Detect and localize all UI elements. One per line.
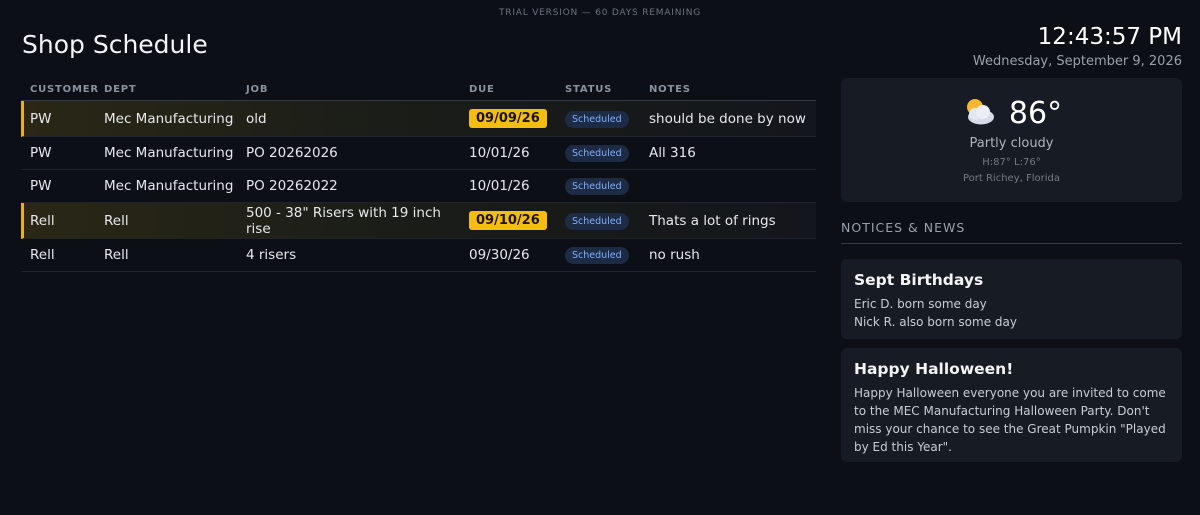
notice-body: Eric D. born some day Nick R. also born …: [854, 295, 1169, 331]
cell-notes: Thats a lot of rings: [649, 212, 776, 229]
notice-body: Happy Halloween everyone you are invited…: [854, 386, 1166, 454]
schedule-table: CUSTOMER DEPT JOB DUE STATUS NOTES PW Me…: [21, 78, 816, 272]
weather-condition: Partly cloudy: [969, 136, 1054, 151]
table-row: Rell Rell 4 risers 09/30/26 Scheduled no…: [21, 239, 816, 272]
header-customer: CUSTOMER: [30, 83, 99, 95]
notice-card: Happy Halloween! Happy Halloween everyon…: [841, 348, 1182, 462]
status-badge: Scheduled: [565, 110, 629, 128]
table-row: PW Mec Manufacturing PO 20262022 10/01/2…: [21, 170, 816, 203]
cell-dept: Mec Manufacturing: [104, 145, 234, 161]
cell-due: 10/01/26: [469, 145, 530, 161]
weather-location: Port Richey, Florida: [962, 173, 1060, 184]
partly-cloudy-icon: [961, 94, 997, 132]
status-badge: Scheduled: [565, 178, 629, 195]
cell-job: 4 risers: [246, 247, 297, 263]
cell-notes: All 316: [649, 145, 696, 161]
clock-time: 12:43:57 PM: [1037, 24, 1182, 50]
cell-customer: PW: [30, 145, 52, 161]
status-badge: Scheduled: [565, 145, 629, 162]
cell-customer: Rell: [30, 212, 55, 229]
table-row: PW Mec Manufacturing PO 20262026 10/01/2…: [21, 137, 816, 170]
cell-notes: should be done by now: [649, 110, 806, 127]
cell-dept: Rell: [104, 247, 129, 263]
header-notes: NOTES: [649, 83, 691, 95]
clock-date: Wednesday, September 9, 2026: [972, 54, 1182, 69]
weather-temperature: 86°: [1008, 95, 1063, 131]
cell-customer: PW: [30, 110, 52, 127]
cell-customer: PW: [30, 178, 52, 194]
header-dept: DEPT: [104, 83, 137, 95]
cell-dept: Mec Manufacturing: [104, 178, 234, 194]
cell-job: old: [246, 110, 267, 127]
cell-job: PO 20262022: [246, 178, 338, 194]
status-badge: Scheduled: [565, 212, 629, 230]
header-status: STATUS: [565, 83, 613, 95]
notice-card: Sept Birthdays Eric D. born some day Nic…: [841, 259, 1182, 339]
cell-customer: Rell: [30, 247, 55, 263]
table-row: Rell Rell 500 - 38" Risers with 19 inch …: [21, 203, 816, 239]
cell-dept: Rell: [104, 212, 129, 229]
notices-heading: NOTICES & NEWS: [841, 220, 1182, 244]
weather-card: 86° Partly cloudy H:87° L:76° Port Riche…: [841, 78, 1182, 202]
due-date-highlight: 09/09/26: [469, 109, 547, 128]
notice-title: Happy Halloween!: [854, 360, 1014, 378]
header-due: DUE: [469, 83, 495, 95]
page-title: Shop Schedule: [22, 30, 208, 59]
due-date-highlight: 09/10/26: [469, 211, 547, 230]
cell-notes: no rush: [649, 247, 700, 263]
weather-high-low: H:87° L:76°: [982, 157, 1041, 168]
cell-dept: Mec Manufacturing: [104, 110, 234, 127]
cell-due: 09/30/26: [469, 247, 530, 263]
trial-banner: TRIAL VERSION — 60 DAYS REMAINING: [498, 8, 702, 18]
table-header: CUSTOMER DEPT JOB DUE STATUS NOTES: [21, 78, 816, 101]
table-row: PW Mec Manufacturing old 09/09/26 Schedu…: [21, 101, 816, 137]
cell-job: PO 20262026: [246, 145, 338, 161]
cell-due: 10/01/26: [469, 178, 530, 194]
notice-line: Eric D. born some day: [854, 297, 987, 311]
notice-line: Nick R. also born some day: [854, 315, 1017, 329]
status-badge: Scheduled: [565, 247, 629, 264]
notice-title: Sept Birthdays: [854, 271, 984, 289]
cell-job: 500 - 38" Risers with 19 inch rise: [246, 204, 441, 237]
header-job: JOB: [246, 83, 269, 95]
